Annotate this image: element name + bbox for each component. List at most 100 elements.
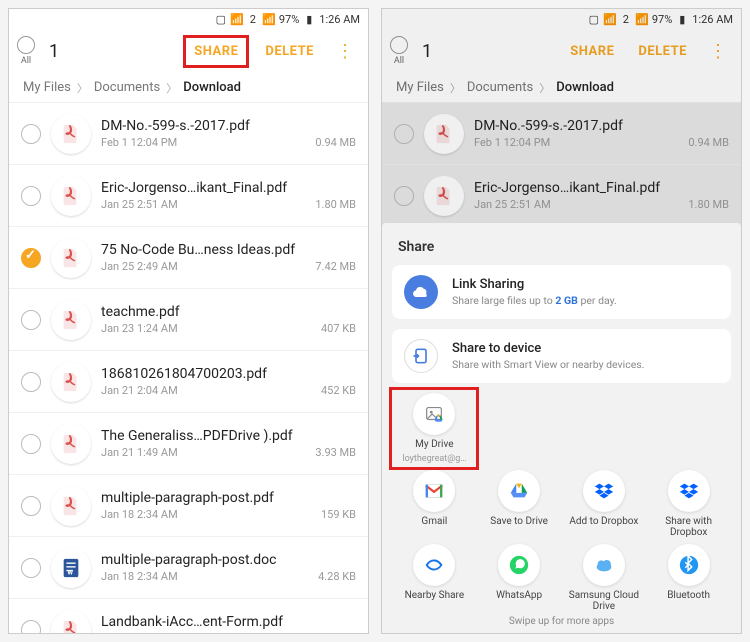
row-checkbox[interactable]	[21, 496, 41, 516]
file-size: 1.80 MB	[315, 198, 356, 211]
file-row[interactable]: 75 No-Code Bu…ness Ideas.pdf Jan 25 2:49…	[9, 227, 368, 289]
row-checkbox[interactable]	[21, 434, 41, 454]
chevron-icon: 〉	[77, 80, 88, 96]
file-date: Jan 18 2:34 AM	[101, 570, 178, 583]
file-row[interactable]: 186810261804700203.pdf Jan 21 2:04 AM452…	[9, 351, 368, 413]
share-target-label: Save to Drive	[490, 516, 548, 527]
file-size: 159 KB	[321, 508, 356, 521]
app-icon	[668, 470, 710, 512]
delete-button[interactable]: DELETE	[257, 38, 322, 65]
swipe-hint: Swipe up for more apps	[392, 616, 731, 627]
phone-left: ▢ 📶 2 📶 97% ▮ 1:26 AM All 1 SHARE DELETE…	[8, 8, 369, 634]
file-row[interactable]: DM-No.-599-s.-2017.pdf Feb 1 12:04 PM 0.9…	[9, 103, 368, 165]
app-icon	[498, 544, 540, 586]
file-size: 159 KB	[321, 632, 356, 633]
chevron-icon: 〉	[166, 80, 177, 96]
clock-text: 1:26 AM	[319, 13, 360, 26]
breadcrumb: My Files 〉 Documents 〉 Download	[9, 73, 368, 103]
file-date: Dec 19, 2020 10:01 PM	[101, 632, 214, 633]
pdf-file-icon	[51, 176, 91, 216]
file-name: multiple-paragraph-post.pdf	[101, 490, 356, 506]
share-target[interactable]: Samsung Cloud Drive	[565, 544, 643, 612]
crumb-documents[interactable]: Documents	[94, 80, 160, 95]
file-date: Jan 25 2:49 AM	[101, 260, 178, 273]
app-icon	[498, 470, 540, 512]
file-row[interactable]: teachme.pdf Jan 23 1:24 AM407 KB	[9, 289, 368, 351]
file-date: Feb 1 12:04 PM	[101, 136, 177, 149]
file-name: DM-No.-599-s.-2017.pdf	[101, 118, 356, 134]
share-target[interactable]: Bluetooth	[650, 544, 728, 612]
share-to-device-title: Share to device	[452, 341, 644, 356]
share-target-label: Samsung Cloud Drive	[565, 590, 643, 612]
phone-right: ▢ 📶 2 📶 97% ▮ 1:26 AM All 1 SHARE DELETE…	[381, 8, 742, 634]
share-target[interactable]: Nearby Share	[395, 544, 473, 612]
file-name: teachme.pdf	[101, 304, 356, 320]
crumb-root[interactable]: My Files	[23, 80, 71, 95]
pdf-file-icon	[51, 424, 91, 464]
pdf-file-icon	[51, 486, 91, 526]
file-name: multiple-paragraph-post.doc	[101, 552, 356, 568]
share-target-label: My Drive	[415, 439, 453, 450]
crumb-current: Download	[183, 80, 241, 95]
file-date: Jan 25 2:51 AM	[101, 198, 178, 211]
share-target-my-drive[interactable]: My Drive loythegreat@g…	[395, 393, 473, 464]
share-target[interactable]: Save to Drive	[480, 470, 558, 538]
file-size: 0.94 MB	[315, 136, 356, 149]
pdf-file-icon	[51, 300, 91, 340]
battery-icon: ▮	[303, 13, 315, 25]
share-target[interactable]: Share with Dropbox	[650, 470, 728, 538]
app-icon	[413, 470, 455, 512]
link-sharing-sub: Share large files up to 2 GB per day.	[452, 294, 617, 307]
battery-text: 97%	[279, 13, 299, 26]
row-checkbox[interactable]	[21, 620, 41, 634]
row-checkbox[interactable]	[21, 372, 41, 392]
row-checkbox[interactable]	[21, 124, 41, 144]
file-name: Landbank-iAcc…ent-Form.pdf	[101, 614, 356, 630]
share-target-label: Bluetooth	[667, 590, 710, 601]
file-row[interactable]: multiple-paragraph-post.doc Jan 18 2:34 …	[9, 537, 368, 599]
select-all-button[interactable]: All	[17, 36, 35, 66]
link-sharing-title: Link Sharing	[452, 277, 617, 292]
select-all-icon	[17, 36, 35, 54]
share-button[interactable]: SHARE	[183, 35, 249, 68]
share-target[interactable]: Add to Dropbox	[565, 470, 643, 538]
share-target-label: Gmail	[421, 516, 447, 527]
row-checkbox[interactable]	[21, 248, 41, 268]
file-size: 4.28 KB	[318, 570, 356, 583]
file-row[interactable]: Landbank-iAcc…ent-Form.pdf Dec 19, 2020 …	[9, 599, 368, 633]
share-target[interactable]: WhatsApp	[480, 544, 558, 612]
file-row[interactable]: The Generaliss…PDFDrive ).pdf Jan 21 1:4…	[9, 413, 368, 475]
share-target[interactable]: Gmail	[395, 470, 473, 538]
pdf-file-icon	[51, 238, 91, 278]
share-sheet-title: Share	[392, 235, 731, 265]
share-to-device-card[interactable]: Share to device Share with Smart View or…	[392, 329, 731, 383]
share-target-label: Share with Dropbox	[650, 516, 728, 538]
row-checkbox[interactable]	[21, 558, 41, 578]
app-icon	[413, 544, 455, 586]
share-to-device-icon	[404, 339, 438, 373]
file-row[interactable]: Eric-Jorgenso…ikant_Final.pdf Jan 25 2:5…	[9, 165, 368, 227]
doc-file-icon	[51, 548, 91, 588]
file-size: 3.93 MB	[315, 446, 356, 459]
app-icon	[583, 470, 625, 512]
file-name: 186810261804700203.pdf	[101, 366, 356, 382]
file-list[interactable]: DM-No.-599-s.-2017.pdf Feb 1 12:04 PM 0.9…	[9, 103, 368, 633]
file-date: Jan 23 1:24 AM	[101, 322, 178, 335]
share-to-device-sub: Share with Smart View or nearby devices.	[452, 358, 644, 371]
link-sharing-card[interactable]: Link Sharing Share large files up to 2 G…	[392, 265, 731, 319]
wifi-icon: 📶	[231, 13, 243, 25]
pdf-file-icon	[51, 362, 91, 402]
file-date: Jan 18 2:34 AM	[101, 508, 178, 521]
file-name: The Generaliss…PDFDrive ).pdf	[101, 428, 356, 444]
row-checkbox[interactable]	[21, 310, 41, 330]
file-date: Jan 21 1:49 AM	[101, 446, 178, 459]
more-menu-button[interactable]: ⋮	[330, 41, 360, 62]
pdf-file-icon	[51, 114, 91, 154]
file-row[interactable]: multiple-paragraph-post.pdf Jan 18 2:34 …	[9, 475, 368, 537]
share-sheet: Share Link Sharing Share large files up …	[382, 223, 741, 633]
selection-count: 1	[49, 41, 59, 62]
row-checkbox[interactable]	[21, 186, 41, 206]
file-name: 75 No-Code Bu…ness Ideas.pdf	[101, 242, 356, 258]
status-bar: ▢ 📶 2 📶 97% ▮ 1:26 AM	[9, 9, 368, 29]
cast-icon: ▢	[215, 13, 227, 25]
